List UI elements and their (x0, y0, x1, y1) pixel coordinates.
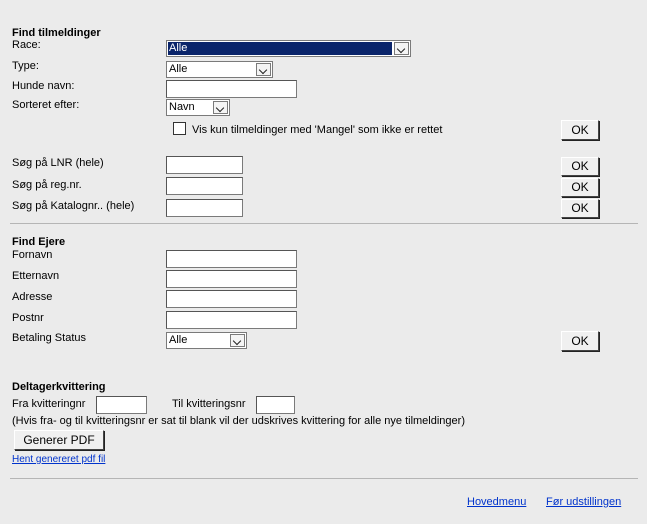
regnr-ok-button[interactable]: OK (561, 178, 599, 197)
find-ejere-heading: Find Ejere (12, 236, 66, 248)
footer-divider (10, 478, 638, 479)
fornavn-input[interactable] (166, 250, 297, 268)
lnr-ok-button[interactable]: OK (561, 157, 599, 176)
ejere-ok-button[interactable]: OK (561, 331, 599, 351)
hent-pdf-link[interactable]: Hent genereret pdf fil (12, 454, 105, 465)
for-udstillingen-link[interactable]: Før udstillingen (546, 496, 621, 508)
regnr-label: Søg på reg.nr. (12, 179, 82, 191)
type-label: Type: (12, 60, 39, 72)
hovedmenu-link[interactable]: Hovedmenu (467, 496, 526, 508)
fornavn-label: Fornavn (12, 249, 53, 261)
hunde-navn-label: Hunde navn: (12, 80, 75, 92)
chevron-down-icon[interactable] (256, 63, 271, 76)
etternavn-label: Etternavn (12, 270, 60, 282)
lnr-label: Søg på LNR (hele) (12, 157, 104, 169)
chevron-down-icon[interactable] (394, 42, 409, 55)
kvittering-heading: Deltagerkvittering (12, 381, 106, 393)
generer-pdf-button[interactable]: Generer PDF (14, 430, 104, 450)
katalog-ok-button[interactable]: OK (561, 199, 599, 218)
tilmeldinger-ok-button[interactable]: OK (561, 120, 599, 140)
postnr-label: Postnr (12, 312, 44, 324)
divider (10, 223, 638, 224)
regnr-input[interactable] (166, 177, 243, 195)
type-select[interactable]: Alle (166, 61, 273, 78)
fra-kvittering-input[interactable] (96, 396, 147, 414)
lnr-input[interactable] (166, 156, 243, 174)
chevron-down-icon[interactable] (213, 101, 228, 114)
hunde-navn-input[interactable] (166, 80, 297, 98)
adresse-label: Adresse (12, 291, 53, 303)
til-kvittering-label: Til kvitteringsnr (172, 398, 246, 410)
fra-kvittering-label: Fra kvitteringnr (12, 398, 86, 410)
adresse-input[interactable] (166, 290, 297, 308)
sorteret-select-value: Navn (169, 101, 195, 113)
katalog-input[interactable] (166, 199, 243, 217)
type-select-value: Alle (169, 63, 188, 75)
mangel-checkbox-label: Vis kun tilmeldinger med 'Mangel' som ik… (192, 124, 443, 136)
kvittering-note: (Hvis fra- og til kvitteringsnr er sat t… (12, 415, 465, 427)
sorteret-label: Sorteret efter: (12, 99, 80, 111)
til-kvittering-input[interactable] (256, 396, 295, 414)
race-select-value: Alle (169, 42, 188, 54)
race-select[interactable]: Alle (166, 40, 411, 57)
race-label: Race: (12, 39, 41, 51)
postnr-input[interactable] (166, 311, 297, 329)
mangel-checkbox[interactable] (173, 122, 186, 135)
katalog-label: Søg på Katalognr.. (hele) (12, 200, 135, 212)
betaling-select[interactable]: Alle (166, 332, 247, 349)
sorteret-select[interactable]: Navn (166, 99, 230, 116)
chevron-down-icon[interactable] (230, 334, 245, 347)
betaling-select-value: Alle (169, 334, 188, 346)
etternavn-input[interactable] (166, 270, 297, 288)
race-select-highlight (168, 42, 392, 55)
betaling-label: Betaling Status (12, 332, 86, 344)
